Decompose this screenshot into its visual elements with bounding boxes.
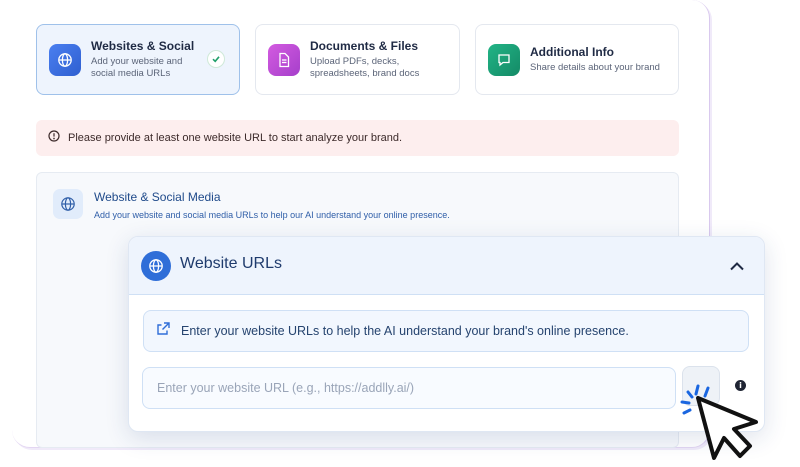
error-message: Please provide at least one website URL … — [68, 132, 403, 144]
globe-icon — [141, 251, 171, 281]
website-url-input[interactable] — [142, 367, 676, 409]
step-title: Websites & Social — [91, 39, 195, 53]
step-desc: Add your website and social media URLs — [91, 56, 183, 79]
section-title: Website & Social Media — [94, 190, 221, 204]
chat-icon — [488, 43, 520, 76]
website-urls-card: Website URLs Enter your website URLs to … — [128, 236, 765, 432]
step-desc: Upload PDFs, decks, spreadsheets, brand … — [310, 56, 420, 79]
info-box: Enter your website URLs to help the AI u… — [143, 310, 749, 352]
chevron-up-icon[interactable] — [726, 255, 748, 277]
step-desc: Share details about your brand — [530, 62, 660, 73]
external-link-icon — [156, 321, 171, 341]
website-urls-title: Website URLs — [180, 255, 282, 272]
error-banner: Please provide at least one website URL … — [36, 120, 679, 156]
globe-icon — [53, 189, 83, 219]
alert-circle-icon — [48, 129, 60, 147]
step-documents-files[interactable]: Documents & Files Upload PDFs, decks, sp… — [255, 24, 460, 95]
globe-icon — [49, 43, 81, 76]
document-icon — [268, 43, 300, 76]
step-additional-info[interactable]: Additional Info Share details about your… — [475, 24, 679, 95]
section-description: Add your website and social media URLs t… — [94, 210, 450, 220]
step-title: Additional Info — [530, 45, 614, 59]
step-websites-social[interactable]: Websites & Social Add your website and s… — [36, 24, 240, 95]
pointer-cursor-icon — [680, 384, 758, 460]
info-text: Enter your website URLs to help the AI u… — [181, 324, 629, 338]
check-icon — [207, 50, 225, 68]
website-urls-header[interactable]: Website URLs — [129, 237, 764, 295]
step-title: Documents & Files — [310, 39, 419, 53]
